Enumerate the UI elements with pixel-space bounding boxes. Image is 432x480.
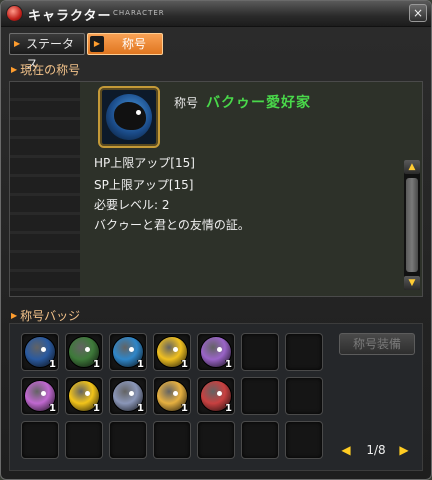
- section-marker-icon: ▶: [11, 311, 18, 320]
- empty-badge-slot[interactable]: [21, 421, 59, 459]
- page-indicator: 1/8: [366, 443, 386, 457]
- empty-badge-slot[interactable]: [285, 333, 323, 371]
- empty-badge-slot[interactable]: [65, 421, 103, 459]
- empty-badge-slot[interactable]: [153, 421, 191, 459]
- badge-slot[interactable]: 1: [197, 377, 235, 415]
- character-window: キャラクター CHARACTER × ▶ ステータス ▶ 称号 ▶ 現在の称号 称…: [0, 0, 432, 480]
- badge-count: 1: [49, 403, 56, 414]
- tab-title-label: 称号: [122, 37, 147, 51]
- character-window-icon: [6, 5, 23, 22]
- empty-badge-slot[interactable]: [285, 421, 323, 459]
- current-title-header-text: 現在の称号: [20, 63, 81, 77]
- empty-badge-slot[interactable]: [241, 421, 279, 459]
- badge-slot[interactable]: 1: [153, 377, 191, 415]
- section-marker-icon: ▶: [11, 65, 18, 74]
- badge-slot[interactable]: 1: [197, 333, 235, 371]
- close-button[interactable]: ×: [409, 4, 427, 22]
- description-line: HP上限アップ[15]: [94, 156, 195, 170]
- badge-count: 1: [49, 359, 56, 370]
- empty-badge-slot[interactable]: [285, 377, 323, 415]
- tab-marker-icon: ▶: [90, 36, 104, 52]
- tab-title[interactable]: ▶ 称号: [87, 33, 163, 55]
- tab-marker-icon: ▶: [14, 39, 21, 48]
- badges-header-text: 称号バッジ: [20, 309, 81, 323]
- title-bar[interactable]: キャラクター CHARACTER ×: [1, 1, 431, 27]
- badge-slot[interactable]: 1: [21, 333, 59, 371]
- current-title-panel: 称号 バクゥー愛好家 HP上限アップ[15] SP上限アップ[15] 必要レベル…: [9, 81, 423, 297]
- badge-slot[interactable]: 1: [65, 333, 103, 371]
- badge-slot[interactable]: 1: [153, 333, 191, 371]
- scrollbar-thumb[interactable]: [406, 178, 418, 272]
- scroll-down-arrow-icon[interactable]: ▼: [404, 276, 420, 290]
- empty-badge-slot[interactable]: [197, 421, 235, 459]
- bakuu-badge-icon: [98, 86, 160, 148]
- scroll-up-arrow-icon[interactable]: ▲: [404, 160, 420, 174]
- window-subtitle: CHARACTER: [113, 9, 165, 17]
- badge-count: 1: [137, 359, 144, 370]
- badge-slot[interactable]: 1: [21, 377, 59, 415]
- badges-header: ▶ 称号バッジ: [11, 307, 80, 324]
- tab-status[interactable]: ▶ ステータス: [9, 33, 85, 71]
- empty-badge-slot[interactable]: [241, 333, 279, 371]
- badge-count: 1: [93, 359, 100, 370]
- description-line: 必要レベル: 2: [94, 198, 170, 212]
- badge-count: 1: [137, 403, 144, 414]
- next-page-arrow-icon[interactable]: ▶: [397, 443, 411, 457]
- window-title: キャラクター: [28, 9, 112, 24]
- equip-title-button[interactable]: 称号装備: [339, 333, 415, 355]
- description-line: SP上限アップ[15]: [94, 178, 194, 192]
- badge-count: 1: [93, 403, 100, 414]
- description-line: バクゥーと君との友情の証。: [94, 218, 250, 232]
- badge-slot[interactable]: 1: [109, 377, 147, 415]
- empty-badge-slot[interactable]: [109, 421, 147, 459]
- badge-slot[interactable]: 1: [65, 377, 103, 415]
- badge-count: 1: [225, 359, 232, 370]
- title-label: 称号: [174, 96, 199, 110]
- empty-badge-slot[interactable]: [241, 377, 279, 415]
- badge-slot[interactable]: 1: [109, 333, 147, 371]
- prev-page-arrow-icon[interactable]: ◀: [339, 443, 353, 457]
- title-name: バクゥー愛好家: [206, 95, 311, 111]
- badge-count: 1: [181, 403, 188, 414]
- badge-count: 1: [225, 403, 232, 414]
- panel-stripes: [10, 82, 80, 296]
- badge-count: 1: [181, 359, 188, 370]
- current-title-header: ▶ 現在の称号: [11, 61, 80, 78]
